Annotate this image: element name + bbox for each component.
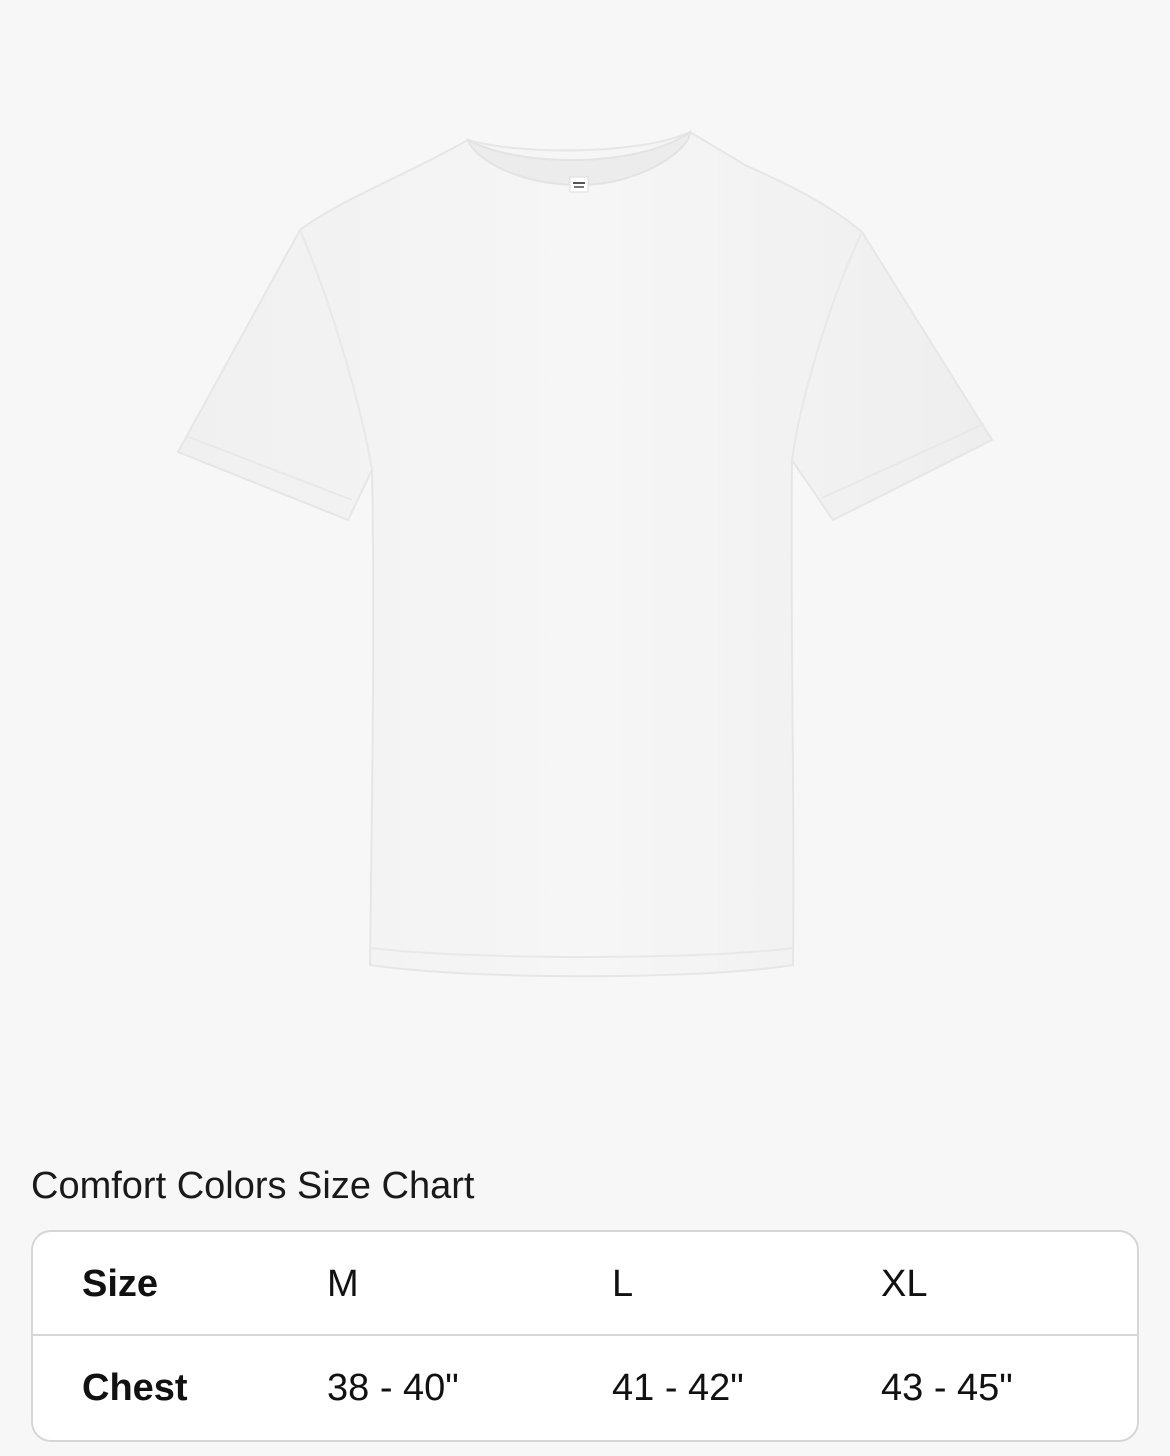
brand-neck-label bbox=[569, 176, 589, 193]
chest-m: 38 - 40" bbox=[327, 1367, 459, 1409]
chest-l: 41 - 42" bbox=[612, 1367, 744, 1409]
size-xl: XL bbox=[881, 1263, 928, 1305]
size-row: Size M L XL bbox=[33, 1232, 1137, 1336]
row-header-chest: Chest bbox=[82, 1367, 188, 1409]
chest-xl: 43 - 45" bbox=[881, 1367, 1013, 1409]
tshirt-product-image bbox=[176, 130, 994, 978]
size-chart-title: Comfort Colors Size Chart bbox=[31, 1165, 475, 1207]
size-l: L bbox=[612, 1263, 634, 1305]
tshirt-body bbox=[176, 130, 994, 978]
size-chart-table: Size M L XL Chest 38 - 40" 41 - 42" 43 -… bbox=[31, 1230, 1139, 1442]
row-header-size: Size bbox=[82, 1263, 159, 1305]
size-m: M bbox=[327, 1263, 359, 1305]
chest-row: Chest 38 - 40" 41 - 42" 43 - 45" bbox=[33, 1336, 1137, 1440]
